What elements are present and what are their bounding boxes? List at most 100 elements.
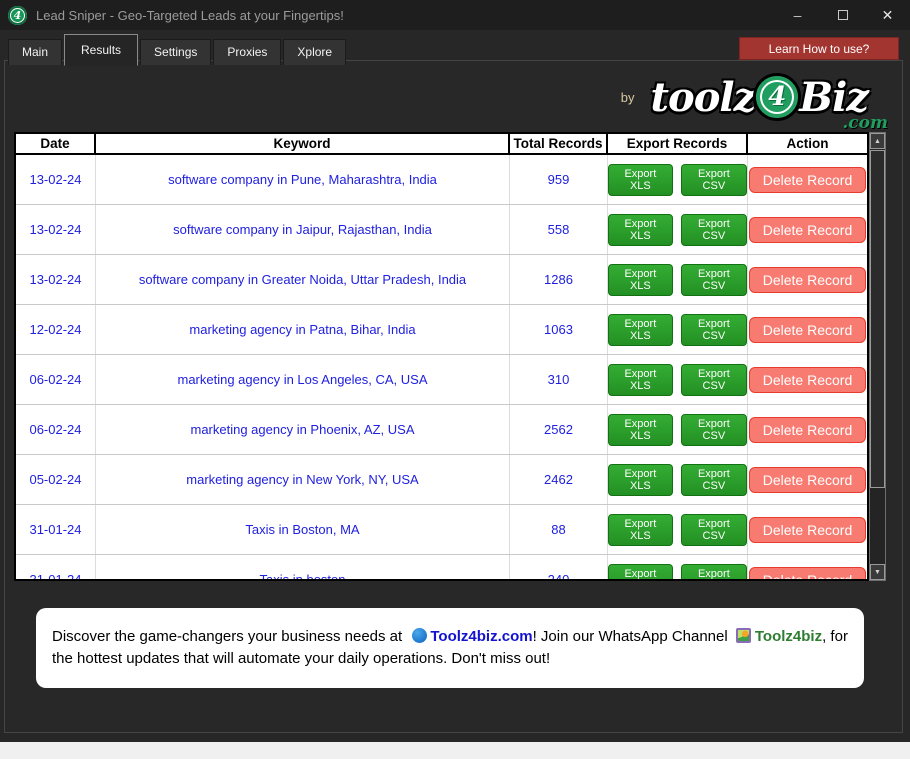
column-header-export-records: Export Records (608, 134, 748, 153)
export-xls-button[interactable]: Export XLS (608, 164, 673, 196)
brand-area: by toolz 4 Biz .com (621, 66, 882, 128)
table-row: 31-01-24 Taxis in Boston, MA 88 Export X… (16, 505, 867, 555)
picture-frame-icon (736, 628, 751, 643)
export-csv-button[interactable]: Export CSV (681, 514, 747, 546)
row-keyword: software company in Greater Noida, Uttar… (96, 255, 510, 304)
tab-bar: Main Results Settings Proxies Xplore (8, 34, 346, 65)
table-row: 06-02-24 marketing agency in Los Angeles… (16, 355, 867, 405)
results-table-zone: Date Keyword Total Records Export Record… (14, 132, 886, 581)
row-date: 13-02-24 (16, 255, 96, 304)
row-keyword: Taxis in Boston, MA (96, 505, 510, 554)
row-total-records: 310 (510, 355, 608, 404)
tab-settings[interactable]: Settings (140, 39, 211, 65)
export-xls-button[interactable]: Export XLS (608, 264, 673, 296)
announcement-text: Discover the game-changers your business… (52, 626, 848, 671)
row-keyword: marketing agency in New York, NY, USA (96, 455, 510, 504)
export-xls-button[interactable]: Export XLS (608, 414, 673, 446)
tab-results[interactable]: Results (64, 34, 138, 66)
close-button[interactable]: ✕ (865, 0, 910, 30)
export-xls-button[interactable]: Export XLS (608, 464, 673, 496)
window-controls: – ✕ (775, 0, 910, 30)
maximize-button[interactable] (820, 0, 865, 30)
tab-proxies[interactable]: Proxies (213, 39, 281, 65)
table-row: 31-01-24 Taxis in boston 240 Export XLS … (16, 555, 867, 581)
export-csv-button[interactable]: Export CSV (681, 364, 747, 396)
app-window: 4 Lead Sniper - Geo-Targeted Leads at yo… (0, 0, 910, 742)
vertical-scrollbar[interactable]: ▲ ▼ (869, 132, 886, 581)
delete-record-button[interactable]: Delete Record (749, 517, 867, 543)
table-row: 13-02-24 software company in Jaipur, Raj… (16, 205, 867, 255)
table-row: 05-02-24 marketing agency in New York, N… (16, 455, 867, 505)
by-label: by (621, 90, 635, 105)
titlebar[interactable]: 4 Lead Sniper - Geo-Targeted Leads at yo… (0, 0, 910, 30)
close-icon: ✕ (882, 7, 894, 24)
export-xls-button[interactable]: Export XLS (608, 214, 673, 246)
row-keyword: marketing agency in Los Angeles, CA, USA (96, 355, 510, 404)
logo-text-com: .com (842, 113, 888, 133)
row-keyword: marketing agency in Phoenix, AZ, USA (96, 405, 510, 454)
scrollbar-down-icon[interactable]: ▼ (870, 564, 885, 580)
delete-record-button[interactable]: Delete Record (749, 417, 867, 443)
export-csv-button[interactable]: Export CSV (681, 414, 747, 446)
column-header-total-records: Total Records (510, 134, 608, 153)
scrollbar-up-icon[interactable]: ▲ (870, 133, 885, 149)
row-total-records: 2562 (510, 405, 608, 454)
row-total-records: 88 (510, 505, 608, 554)
results-table: Date Keyword Total Records Export Record… (14, 132, 869, 581)
app-logo-icon: 4 (8, 6, 27, 25)
row-total-records: 2462 (510, 455, 608, 504)
announcement-text-mid: ! Join our WhatsApp Channel (533, 628, 732, 645)
table-row: 12-02-24 marketing agency in Patna, Biha… (16, 305, 867, 355)
window-title: Lead Sniper - Geo-Targeted Leads at your… (36, 8, 344, 23)
export-xls-button[interactable]: Export XLS (608, 564, 673, 582)
scrollbar-thumb[interactable] (870, 150, 885, 488)
table-row: 13-02-24 software company in Pune, Mahar… (16, 155, 867, 205)
export-csv-button[interactable]: Export CSV (681, 314, 747, 346)
delete-record-button[interactable]: Delete Record (749, 317, 867, 343)
toolz4biz-logo: toolz 4 Biz .com (651, 73, 882, 121)
export-csv-button[interactable]: Export CSV (681, 164, 747, 196)
logo-circle-4-icon: 4 (753, 73, 801, 121)
row-date: 12-02-24 (16, 305, 96, 354)
row-total-records: 1286 (510, 255, 608, 304)
export-csv-button[interactable]: Export CSV (681, 264, 747, 296)
export-csv-button[interactable]: Export CSV (681, 464, 747, 496)
export-csv-button[interactable]: Export CSV (681, 564, 747, 582)
row-total-records: 558 (510, 205, 608, 254)
tab-xplore[interactable]: Xplore (283, 39, 346, 65)
export-xls-button[interactable]: Export XLS (608, 514, 673, 546)
maximize-icon (838, 10, 848, 20)
table-header-row: Date Keyword Total Records Export Record… (16, 134, 867, 155)
delete-record-button[interactable]: Delete Record (749, 567, 867, 582)
row-date: 05-02-24 (16, 455, 96, 504)
delete-record-button[interactable]: Delete Record (749, 367, 867, 393)
row-keyword: software company in Pune, Maharashtra, I… (96, 155, 510, 204)
row-total-records: 1063 (510, 305, 608, 354)
delete-record-button[interactable]: Delete Record (749, 467, 867, 493)
announcement-banner: Discover the game-changers your business… (36, 608, 864, 688)
row-date: 13-02-24 (16, 155, 96, 204)
announcement-text-before: Discover the game-changers your business… (52, 628, 406, 645)
export-xls-button[interactable]: Export XLS (608, 314, 673, 346)
table-row: 06-02-24 marketing agency in Phoenix, AZ… (16, 405, 867, 455)
blue-circle-icon (412, 628, 427, 643)
column-header-action: Action (748, 134, 867, 153)
export-xls-button[interactable]: Export XLS (608, 364, 673, 396)
export-csv-button[interactable]: Export CSV (681, 214, 747, 246)
row-total-records: 240 (510, 555, 608, 581)
delete-record-button[interactable]: Delete Record (749, 267, 867, 293)
table-row: 13-02-24 software company in Greater Noi… (16, 255, 867, 305)
toolz4biz-site-link[interactable]: Toolz4biz.com (430, 628, 532, 645)
delete-record-button[interactable]: Delete Record (749, 217, 867, 243)
learn-how-button[interactable]: Learn How to use? (739, 37, 899, 60)
whatsapp-channel-link[interactable]: Toolz4biz (755, 628, 822, 645)
row-date: 31-01-24 (16, 555, 96, 581)
row-keyword: software company in Jaipur, Rajasthan, I… (96, 205, 510, 254)
row-date: 13-02-24 (16, 205, 96, 254)
tab-main[interactable]: Main (8, 39, 62, 65)
row-date: 31-01-24 (16, 505, 96, 554)
logo-text-toolz: toolz (651, 74, 756, 121)
delete-record-button[interactable]: Delete Record (749, 167, 867, 193)
minimize-button[interactable]: – (775, 0, 820, 30)
row-date: 06-02-24 (16, 355, 96, 404)
